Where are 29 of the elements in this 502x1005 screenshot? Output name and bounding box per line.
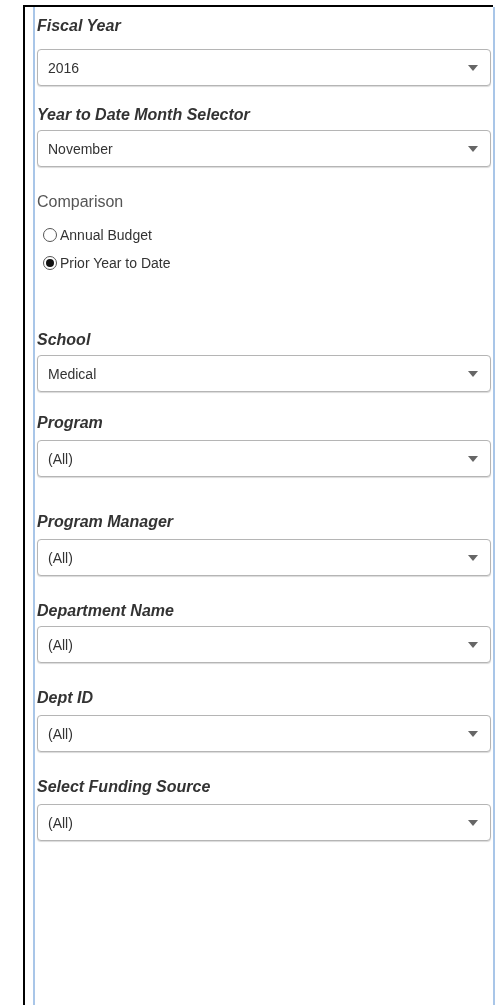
caret-icon xyxy=(468,554,478,561)
dropdown[interactable]: 2016 xyxy=(37,49,491,86)
caret-icon xyxy=(468,819,478,826)
dropdown[interactable]: (All) xyxy=(37,440,491,477)
dropdown[interactable]: (All) xyxy=(37,539,491,576)
caret-icon xyxy=(468,370,478,377)
filter-label: Comparison xyxy=(37,192,125,212)
filter-label: Year to Date Month Selector xyxy=(37,105,252,125)
filter-label: School xyxy=(37,330,92,350)
filter-label: Department Name xyxy=(37,601,175,621)
dropdown[interactable]: (All) xyxy=(37,715,491,752)
radio-button[interactable] xyxy=(43,256,57,270)
caret-icon xyxy=(468,64,478,71)
caret-icon xyxy=(468,145,478,152)
dropdown[interactable]: Medical xyxy=(37,355,491,392)
caret-icon xyxy=(468,455,478,462)
filter-label: Select Funding Source xyxy=(37,777,212,797)
filter-label: Program xyxy=(37,413,104,433)
filter-label: Program Manager xyxy=(37,512,175,532)
filter-label: Dept ID xyxy=(37,688,94,708)
radio-option[interactable]: Prior Year to Date xyxy=(43,255,171,271)
dropdown[interactable]: November xyxy=(37,130,491,167)
filter-label: Fiscal Year xyxy=(37,16,123,36)
caret-icon xyxy=(468,730,478,737)
radio-button[interactable] xyxy=(43,228,57,242)
dropdown[interactable]: (All) xyxy=(37,804,491,841)
caret-icon xyxy=(468,641,478,648)
dropdown[interactable]: (All) xyxy=(37,626,491,663)
radio-option[interactable]: Annual Budget xyxy=(43,227,152,243)
